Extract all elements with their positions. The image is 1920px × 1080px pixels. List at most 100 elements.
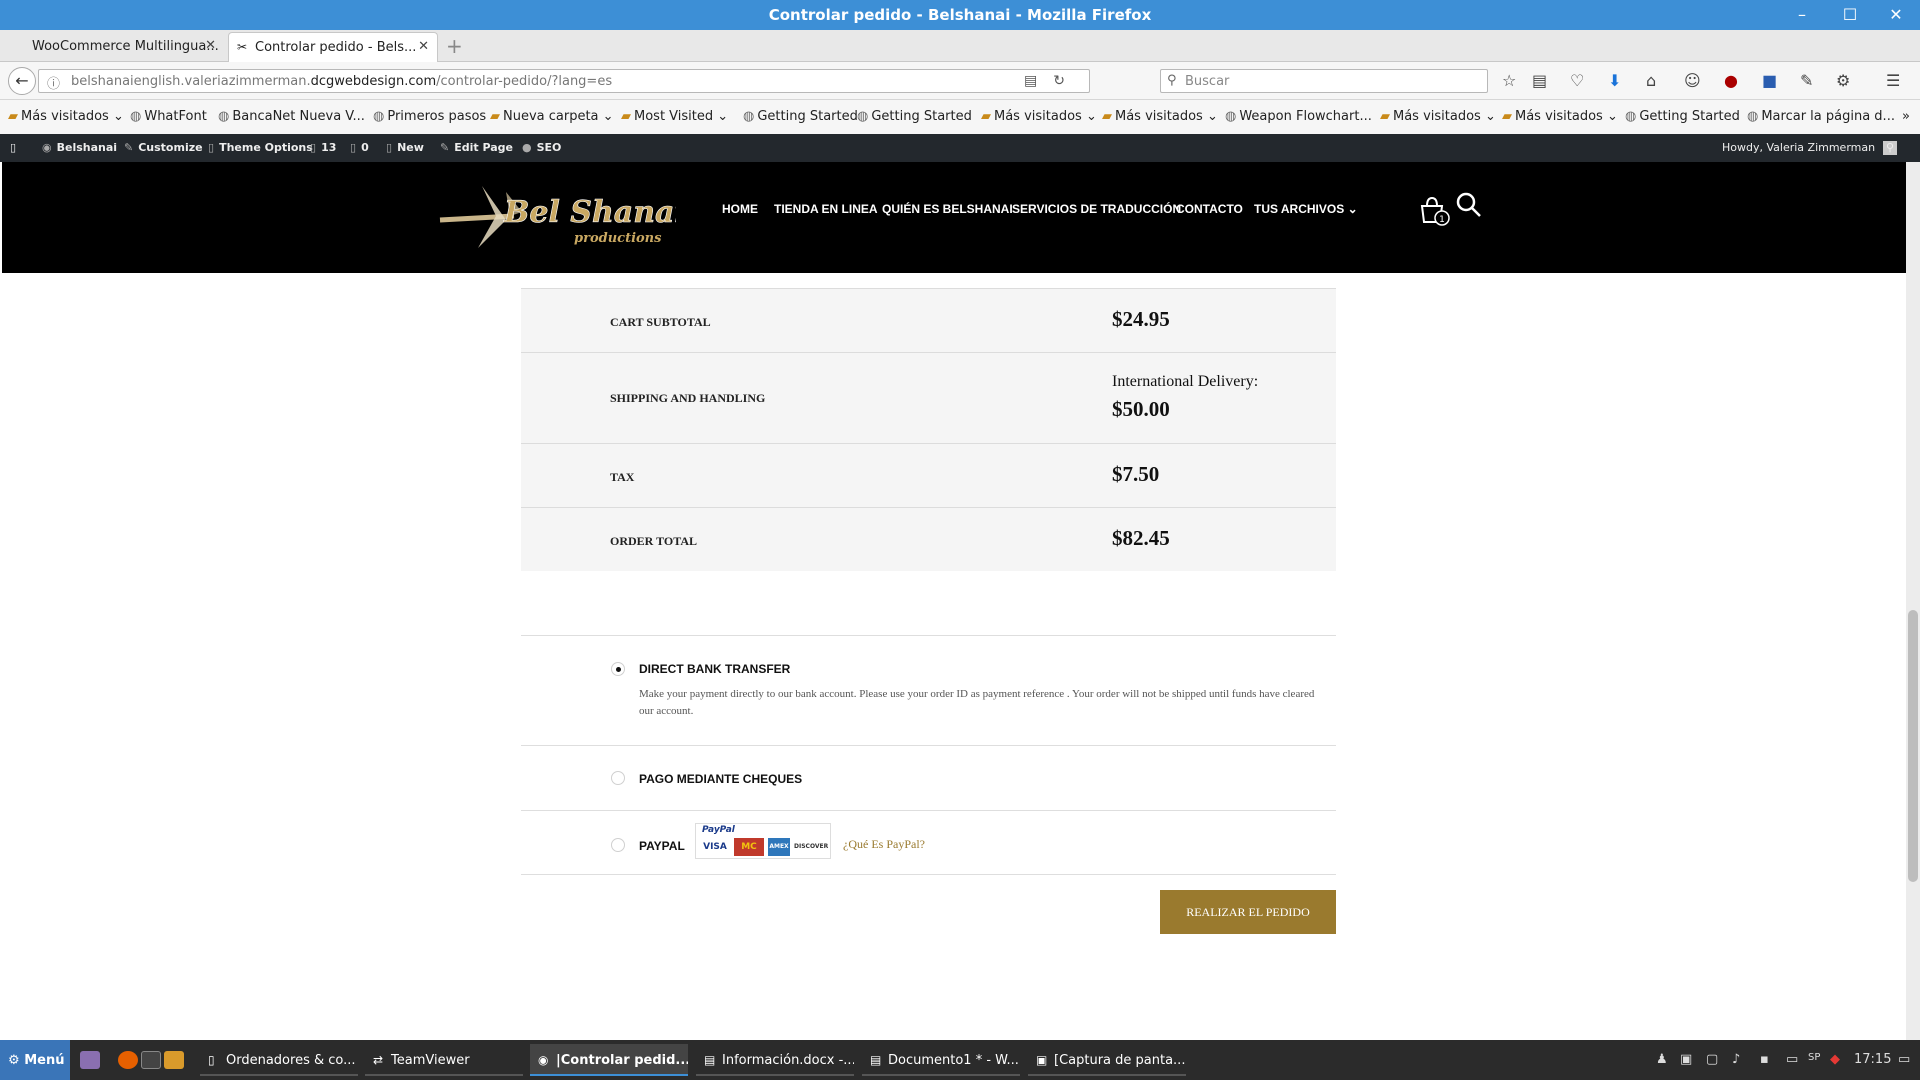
bookmark-item[interactable]: ▰ Nueva carpeta ⌄ (490, 109, 614, 124)
admin-howdy[interactable]: Howdy, Valeria Zimmerman (1722, 141, 1897, 155)
bookmark-item[interactable]: ▰ Más visitados ⌄ (1502, 109, 1618, 124)
menu-home[interactable]: HOME (722, 202, 758, 216)
cart-icon[interactable]: 1 (1418, 192, 1450, 228)
bookmark-item[interactable]: ▰ Más visitados ⌄ (1380, 109, 1496, 124)
start-menu-button[interactable]: ⚙ Menú (0, 1040, 70, 1080)
radio-bacs[interactable] (611, 662, 625, 676)
keyboard-layout[interactable]: SP (1808, 1052, 1820, 1063)
site-name-label: Belshanai (56, 141, 118, 154)
bookmark-item[interactable]: ◍ BancaNet Nueva V... (218, 109, 365, 124)
bookmark-item[interactable]: ▰ Más visitados ⌄ (981, 109, 1097, 124)
notifications-icon[interactable]: ▭ (1898, 1052, 1910, 1067)
info-icon[interactable]: ⓘ (47, 73, 60, 92)
payment-method-cheque[interactable]: PAGO MEDIANTE CHEQUES (521, 745, 1336, 810)
chat-icon[interactable]: ☺ (1684, 71, 1701, 90)
cheque-label[interactable]: PAGO MEDIANTE CHEQUES (639, 772, 802, 786)
bookmark-item[interactable]: ◍ Weapon Flowchart... (1225, 109, 1372, 124)
download-icon[interactable]: ⬇ (1608, 71, 1621, 90)
radio-cheque[interactable] (611, 771, 625, 785)
taskbar-task[interactable]: ▤ Documento1 * - W... (862, 1044, 1020, 1076)
ublock-icon[interactable]: ● (1724, 71, 1738, 90)
menu-tienda[interactable]: TIENDA EN LINEA (774, 202, 878, 216)
bookmark-star-icon[interactable]: ☆ (1502, 71, 1516, 90)
close-tab-icon[interactable]: ✕ (205, 38, 216, 53)
admin-theme-options[interactable]: ▯ Theme Options (208, 141, 313, 154)
home-icon[interactable]: ⌂ (1646, 71, 1656, 90)
place-order-button[interactable]: REALIZAR EL PEDIDO (1160, 890, 1336, 934)
search-input[interactable]: ⚲ Buscar (1160, 69, 1488, 93)
tab-controlar-pedido[interactable]: ✂ Controlar pedido - Bels... ✕ (228, 32, 438, 62)
files-icon[interactable] (164, 1051, 184, 1069)
menu-servicios[interactable]: SERVICIOS DE TRADUCCIÓN (1012, 202, 1181, 216)
close-window-button[interactable]: ✕ (1876, 2, 1916, 28)
volume-icon[interactable]: ♪ (1732, 1052, 1740, 1067)
network-icon[interactable]: ◆ (1830, 1052, 1840, 1067)
minimize-button[interactable]: – (1782, 2, 1822, 28)
bookmark-item[interactable]: ◍ Primeros pasos (373, 109, 486, 124)
wp-logo-icon[interactable]: ▯ (10, 141, 16, 154)
paypal-label[interactable]: PAYPAL (639, 839, 685, 853)
bookmark-item[interactable]: ◍ Getting Started (1625, 109, 1740, 124)
close-tab-icon[interactable]: ✕ (418, 39, 429, 54)
bookmarks-overflow-icon[interactable]: » (1902, 109, 1910, 124)
extensions-menu-icon[interactable]: ⚙ (1836, 71, 1850, 90)
menu-quien-es[interactable]: QUIÉN ES BELSHANAI (882, 202, 1013, 216)
menu-tus-archivos[interactable]: TUS ARCHIVOS ⌄ (1254, 202, 1358, 216)
taskbar-task[interactable]: ⇄ TeamViewer (365, 1044, 523, 1076)
bookmark-label: Weapon Flowchart... (1239, 109, 1372, 124)
updates-icon: ▯ (310, 141, 317, 154)
admin-updates[interactable]: ▯ 13 (310, 141, 336, 154)
admin-new[interactable]: ▯ New (386, 141, 424, 154)
payment-method-bacs[interactable]: DIRECT BANK TRANSFER Make your payment d… (521, 635, 1336, 745)
admin-seo[interactable]: ● SEO (522, 141, 561, 154)
maximize-button[interactable]: ☐ (1830, 2, 1870, 28)
extension-icon[interactable]: ■ (1762, 71, 1777, 90)
scrollbar-thumb[interactable] (1908, 610, 1918, 882)
payment-method-paypal[interactable]: PAYPAL PayPal VISA MC AMEX DISCOVER ¿Qué… (521, 810, 1336, 875)
taskbar-task[interactable]: ▤ Información.docx -... (696, 1044, 854, 1076)
pocket-icon[interactable]: ♡ (1570, 71, 1584, 90)
bookmark-item[interactable]: ◍ Marcar la página d... (1747, 109, 1895, 124)
terminal-icon[interactable] (141, 1051, 161, 1069)
tab-bar: WooCommerce Multilingua... ✕ ✂ Controlar… (0, 30, 1920, 62)
bookmark-item[interactable]: ◍ Getting Started (743, 109, 858, 124)
tab-woocommerce[interactable]: WooCommerce Multilingua... ✕ (6, 32, 224, 62)
new-tab-icon[interactable]: + (446, 34, 463, 58)
clock[interactable]: 17:15 (1854, 1052, 1891, 1067)
show-desktop-icon[interactable] (80, 1051, 100, 1069)
radio-paypal[interactable] (611, 838, 625, 852)
admin-customize[interactable]: ✎ Customize (124, 141, 203, 154)
bookmark-item[interactable]: ▰ Más visitados ⌄ (8, 109, 124, 124)
admin-search-icon[interactable]: ⚲ (1886, 141, 1894, 154)
page-scrollbar[interactable] (1906, 162, 1920, 1040)
admin-comments[interactable]: ▯ 0 (350, 141, 369, 154)
reader-reload-icons[interactable]: ▤↻ (1024, 73, 1081, 89)
battery-icon[interactable]: ▭ (1786, 1052, 1798, 1067)
taskbar-task[interactable]: ◉ |Controlar pedid... (530, 1044, 688, 1076)
pen-icon[interactable]: ✎ (1800, 71, 1813, 90)
bookmark-item[interactable]: ◍ Getting Started (857, 109, 972, 124)
taskbar-task[interactable]: ▣ [Captura de panta... (1028, 1044, 1186, 1076)
bookmark-item[interactable]: ◍ WhatFont (130, 109, 207, 124)
bookmark-item[interactable]: ▰ Más visitados ⌄ (1102, 109, 1218, 124)
what-is-paypal-link[interactable]: ¿Qué Es PayPal? (843, 837, 925, 852)
site-search-icon[interactable] (1454, 190, 1484, 220)
bluetooth-icon[interactable]: ▪ (1760, 1052, 1769, 1067)
bookmark-item[interactable]: ▰ Most Visited ⌄ (621, 109, 728, 124)
firefox-icon[interactable] (118, 1051, 138, 1069)
admin-edit-page[interactable]: ✎ Edit Page (440, 141, 513, 154)
taskbar-task[interactable]: ▯ Ordenadores & co... (200, 1044, 358, 1076)
display-icon[interactable]: ▢ (1706, 1052, 1718, 1067)
reading-list-icon[interactable]: ▤ (1532, 71, 1547, 90)
clipboard-icon[interactable]: ▣ (1680, 1052, 1692, 1067)
task-label: Documento1 * - W... (888, 1053, 1019, 1068)
site-logo[interactable]: Bel Shanai productions (434, 182, 676, 252)
back-button[interactable]: ← (8, 67, 36, 95)
start-label: Menú (24, 1053, 65, 1068)
user-icon[interactable]: ♟ (1656, 1052, 1668, 1067)
url-bar[interactable]: ⓘ belshanaienglish.valeriazimmerman.dcgw… (38, 69, 1090, 93)
admin-site-name[interactable]: ◉ Belshanai (42, 141, 117, 154)
menu-contacto[interactable]: CONTACTO (1176, 202, 1243, 216)
hamburger-menu-icon[interactable]: ☰ (1886, 71, 1900, 90)
bacs-label[interactable]: DIRECT BANK TRANSFER (639, 662, 790, 676)
